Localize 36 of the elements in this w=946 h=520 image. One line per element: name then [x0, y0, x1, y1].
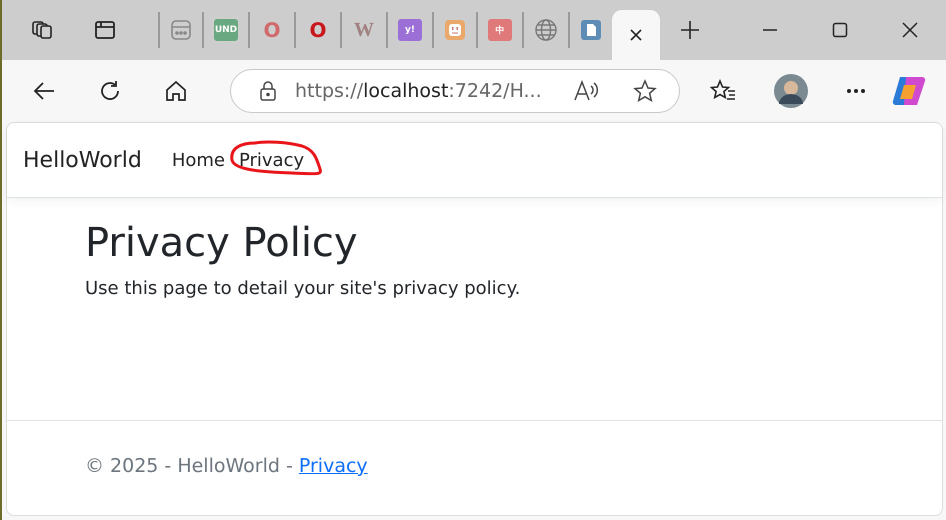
favorites-icon[interactable]: [710, 79, 736, 103]
globe-icon: [534, 18, 558, 42]
favicon: O: [262, 19, 282, 41]
footer-text: © 2025 - HelloWorld -: [85, 455, 294, 477]
more-icon[interactable]: [846, 88, 866, 94]
tab-actions-icon[interactable]: [94, 19, 116, 41]
close-icon[interactable]: [902, 22, 918, 38]
avatar[interactable]: [774, 74, 808, 108]
home-icon[interactable]: [164, 79, 188, 103]
refresh-icon[interactable]: [98, 79, 122, 103]
browser-tab[interactable]: 中: [476, 12, 522, 48]
read-aloud-icon[interactable]: [573, 80, 599, 102]
favicon: O: [308, 19, 328, 41]
workspaces-icon[interactable]: [30, 18, 54, 42]
app-icon: [170, 19, 192, 41]
browser-tab[interactable]: O: [248, 12, 294, 48]
browser-tab[interactable]: UND: [202, 12, 248, 48]
new-tab-icon[interactable]: [680, 20, 700, 40]
lock-icon: [259, 81, 277, 101]
favicon: W: [353, 19, 375, 41]
url-text: https://localhost:7242/H...: [295, 80, 543, 102]
favicon: 中: [488, 19, 512, 41]
star-icon[interactable]: [633, 79, 657, 103]
browser-tab[interactable]: W: [340, 12, 386, 48]
close-icon[interactable]: [629, 28, 643, 42]
footer-link[interactable]: Privacy: [298, 455, 368, 477]
favicon: UND: [214, 19, 238, 41]
browser-tab[interactable]: O: [294, 12, 340, 48]
browser-tab[interactable]: y!: [386, 12, 432, 48]
address-bar[interactable]: https://localhost:7242/H...: [230, 69, 680, 113]
page-text: Use this page to detail your site's privacy policy.: [85, 278, 522, 299]
favicon: y!: [398, 19, 422, 41]
page-heading: Privacy Policy: [85, 220, 359, 266]
nav-link[interactable]: Home: [172, 148, 225, 172]
brand-link[interactable]: HelloWorld: [23, 148, 142, 172]
maximize-icon[interactable]: [832, 22, 848, 38]
